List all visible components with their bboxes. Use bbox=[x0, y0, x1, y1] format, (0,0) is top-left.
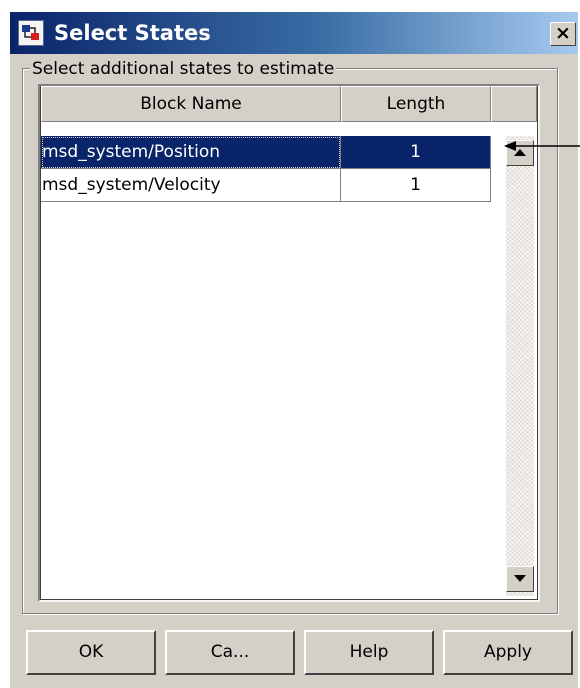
cancel-button[interactable]: Ca... bbox=[165, 630, 295, 675]
apply-button[interactable]: Apply bbox=[443, 630, 573, 675]
ok-button[interactable]: OK bbox=[26, 630, 156, 675]
help-button[interactable]: Help bbox=[304, 630, 434, 675]
callout-arrow bbox=[504, 141, 580, 151]
